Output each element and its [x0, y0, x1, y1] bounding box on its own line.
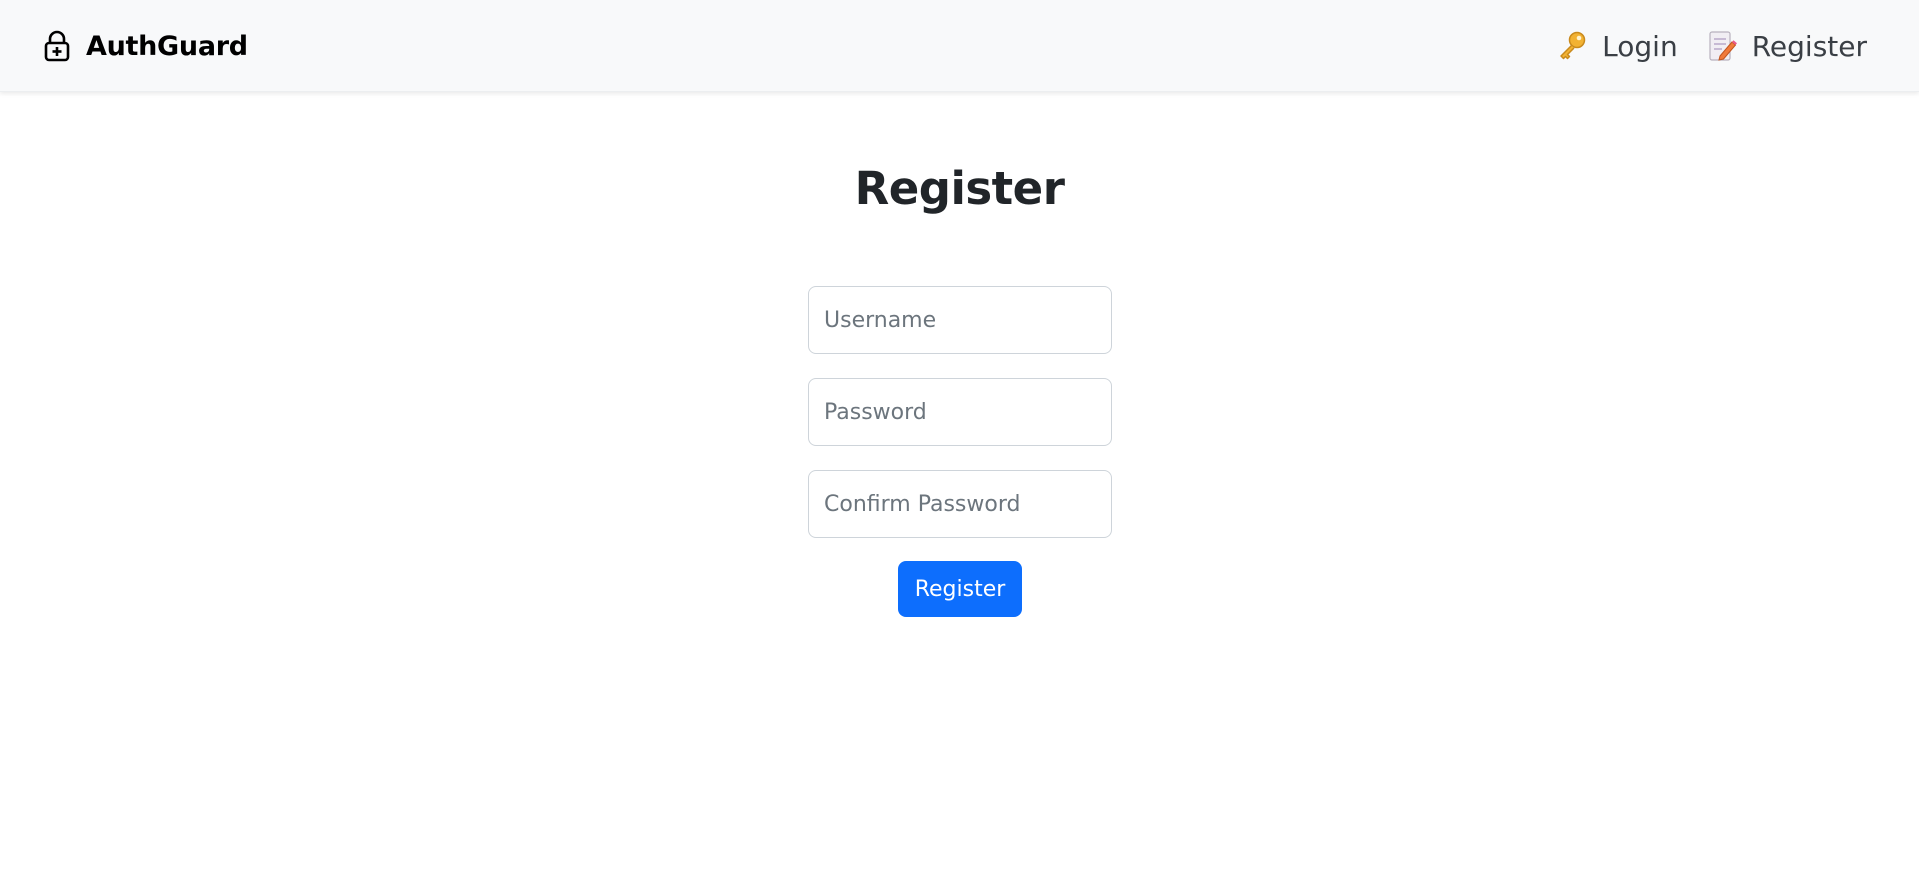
- confirm-password-input[interactable]: [808, 470, 1112, 538]
- nav-links: Login Register: [1556, 26, 1867, 66]
- brand-name: AuthGuard: [86, 30, 248, 62]
- lock-icon: [44, 30, 70, 62]
- nav-register-label: Register: [1751, 29, 1867, 63]
- nav-register-link[interactable]: Register: [1706, 29, 1867, 63]
- page-title: Register: [854, 162, 1065, 215]
- password-input[interactable]: [808, 378, 1112, 446]
- memo-icon: [1706, 29, 1738, 63]
- navbar: AuthGuard Login Register: [0, 0, 1919, 92]
- register-button[interactable]: Register: [898, 561, 1022, 617]
- brand-link[interactable]: AuthGuard: [44, 28, 248, 64]
- nav-login-link[interactable]: Login: [1556, 30, 1678, 63]
- register-form: Register: [808, 286, 1112, 617]
- submit-wrapper: Register: [808, 561, 1112, 617]
- key-icon: [1556, 30, 1588, 62]
- nav-login-label: Login: [1602, 29, 1678, 63]
- username-input[interactable]: [808, 286, 1112, 354]
